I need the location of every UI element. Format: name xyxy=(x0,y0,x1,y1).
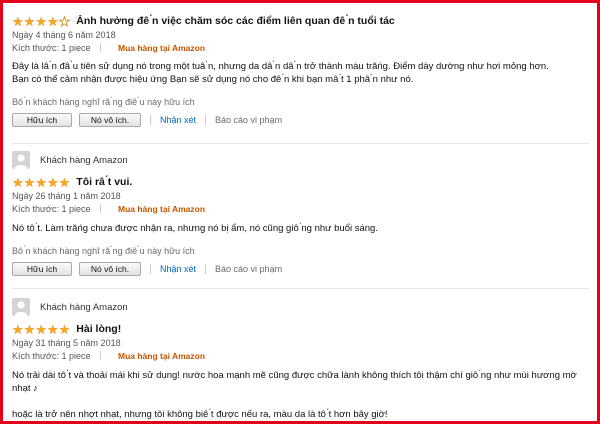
divider xyxy=(100,43,102,52)
user-silhouette-icon xyxy=(14,301,28,316)
user-silhouette-icon xyxy=(14,154,28,169)
review-body-line: Nó tô ́t. Làm trăńg chưa được nhận ra, n… xyxy=(12,223,378,234)
star-filled-icon: ★ xyxy=(46,174,59,190)
report-abuse-link[interactable]: Báo cáo vi phạm xyxy=(215,115,282,125)
star-filled-icon: ★ xyxy=(23,13,36,29)
divider xyxy=(100,204,102,213)
divider xyxy=(205,264,207,274)
star-filled-icon: ★ xyxy=(23,174,36,190)
review-body-line: Đây là lâ ̀n đâ ̀u tiên sử dụng nó trong… xyxy=(12,61,549,72)
verified-purchase-badge: Mua hàng tại Amazon xyxy=(117,351,206,361)
star-filled-icon: ★ xyxy=(12,321,24,337)
star-filled-icon: ★ xyxy=(46,321,59,337)
review-date: Ngày 26 tháng 1 năm 2018 xyxy=(12,191,121,201)
review-title[interactable]: Ảnh hưởng đê ́n việc chăm sóc các điểm l… xyxy=(76,15,394,27)
review-title[interactable]: Hài lòng! xyxy=(76,323,121,335)
not-helpful-button[interactable]: Nó vô ích. xyxy=(79,113,141,127)
star-filled-icon: ★ xyxy=(46,13,59,29)
reviewer-name[interactable]: Khách hàng Amazon xyxy=(40,155,128,166)
star-filled-icon: ★ xyxy=(35,321,47,337)
review-2: Khách hàng Amazon ★ ★ ★ ★ ★ Tôi râ ́t vu… xyxy=(12,149,594,277)
review-separator xyxy=(12,143,590,144)
divider xyxy=(150,264,151,274)
review-3: Khách hàng Amazon ★ ★ ★ ★ ★ Hài lòng! Ng… xyxy=(12,296,594,421)
star-rating: ★ ★ ★ ★ ★ xyxy=(12,176,70,189)
size-label: Kích thước: 1 piece xyxy=(12,43,91,53)
divider xyxy=(100,351,102,360)
size-label: Kích thước: 1 piece xyxy=(12,351,91,361)
star-filled-icon: ★ xyxy=(12,13,24,29)
star-filled-icon: ★ xyxy=(58,174,71,190)
review-body-line: hoặc là trở nên nhợt nhạt, nhưng tôi khô… xyxy=(12,409,388,420)
divider xyxy=(205,115,207,125)
review-body-line: nhạt ♪ xyxy=(12,383,38,394)
verified-purchase-badge: Mua hàng tại Amazon xyxy=(117,43,206,53)
star-filled-icon: ★ xyxy=(58,321,71,337)
star-filled-icon: ★ xyxy=(12,174,24,190)
star-filled-icon: ★ xyxy=(35,174,47,190)
review-title[interactable]: Tôi râ ́t vui. xyxy=(76,176,132,188)
review-date: Ngày 4 tháng 6 năm 2018 xyxy=(12,30,116,40)
reviews-list: ★ ★ ★ ★ ★ Ảnh hưởng đê ́n việc chăm sóc … xyxy=(0,0,600,424)
avatar xyxy=(12,151,30,169)
helpful-count: Bô ́n khách hàng nghĩ ră ̀ng điê ̀u này … xyxy=(12,246,195,256)
helpful-button[interactable]: Hữu ích xyxy=(12,262,72,276)
size-label: Kích thước: 1 piece xyxy=(12,204,91,214)
review-body-line xyxy=(12,395,594,408)
not-helpful-button[interactable]: Nó vô ích. xyxy=(79,262,141,276)
review-body-line: Bạn có thể cảm nhận được hiệu ứng Bạn sẽ… xyxy=(12,74,414,85)
comment-link[interactable]: Nhận xét xyxy=(160,264,196,274)
helpful-count: Bô ́n khách hàng nghĩ ră ̀ng điê ̀u này … xyxy=(12,97,195,107)
star-empty-icon: ★ xyxy=(58,13,71,29)
star-filled-icon: ★ xyxy=(35,13,47,29)
star-rating: ★ ★ ★ ★ ★ xyxy=(12,323,70,336)
report-abuse-link[interactable]: Báo cáo vi phạm xyxy=(215,264,282,274)
divider xyxy=(150,115,151,125)
avatar xyxy=(12,298,30,316)
review-body-line: Nó trải dài tô ́t và thoải mái khi sử dụ… xyxy=(12,370,577,381)
reviewer-name[interactable]: Khách hàng Amazon xyxy=(40,302,128,313)
review-date: Ngày 31 tháng 5 năm 2018 xyxy=(12,338,121,348)
review-1: ★ ★ ★ ★ ★ Ảnh hưởng đê ́n việc chăm sóc … xyxy=(12,13,594,128)
comment-link[interactable]: Nhận xét xyxy=(160,115,196,125)
helpful-button[interactable]: Hữu ích xyxy=(12,113,72,127)
star-rating: ★ ★ ★ ★ ★ xyxy=(12,13,71,29)
verified-purchase-badge: Mua hàng tại Amazon xyxy=(117,204,206,214)
star-filled-icon: ★ xyxy=(23,321,36,337)
review-separator xyxy=(12,288,590,289)
